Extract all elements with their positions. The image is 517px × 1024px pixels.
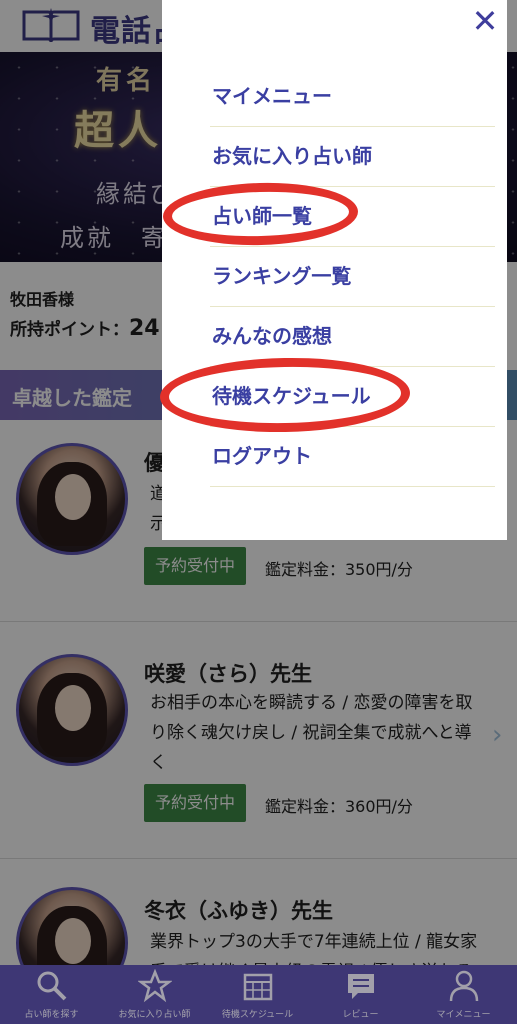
menu-item-label: ランキング一覧 [212, 264, 352, 288]
menu-item-label: お気に入り占い師 [212, 144, 372, 168]
bottom-navigation: 占い師を探す お気に入り占い師 待機スケジュール レビュー マイメニュー [0, 965, 517, 1024]
nav-dim-overlay [0, 965, 517, 1024]
menu-item-reviews[interactable]: みんなの感想 [210, 306, 495, 367]
menu-item-label: みんなの感想 [212, 324, 332, 348]
menu-item-favorites[interactable]: お気に入り占い師 [210, 126, 495, 187]
menu-item-label: マイメニュー [212, 84, 332, 108]
menu-item-ranking[interactable]: ランキング一覧 [210, 246, 495, 307]
menu-item-logout[interactable]: ログアウト [210, 426, 495, 487]
drawer-menu: ✕ マイメニュー お気に入り占い師 占い師一覧 ランキング一覧 みんなの感想 待… [162, 0, 507, 540]
menu-item-my-menu[interactable]: マイメニュー [210, 66, 495, 127]
close-icon[interactable]: ✕ [468, 4, 502, 38]
menu-item-label: ログアウト [212, 444, 312, 468]
